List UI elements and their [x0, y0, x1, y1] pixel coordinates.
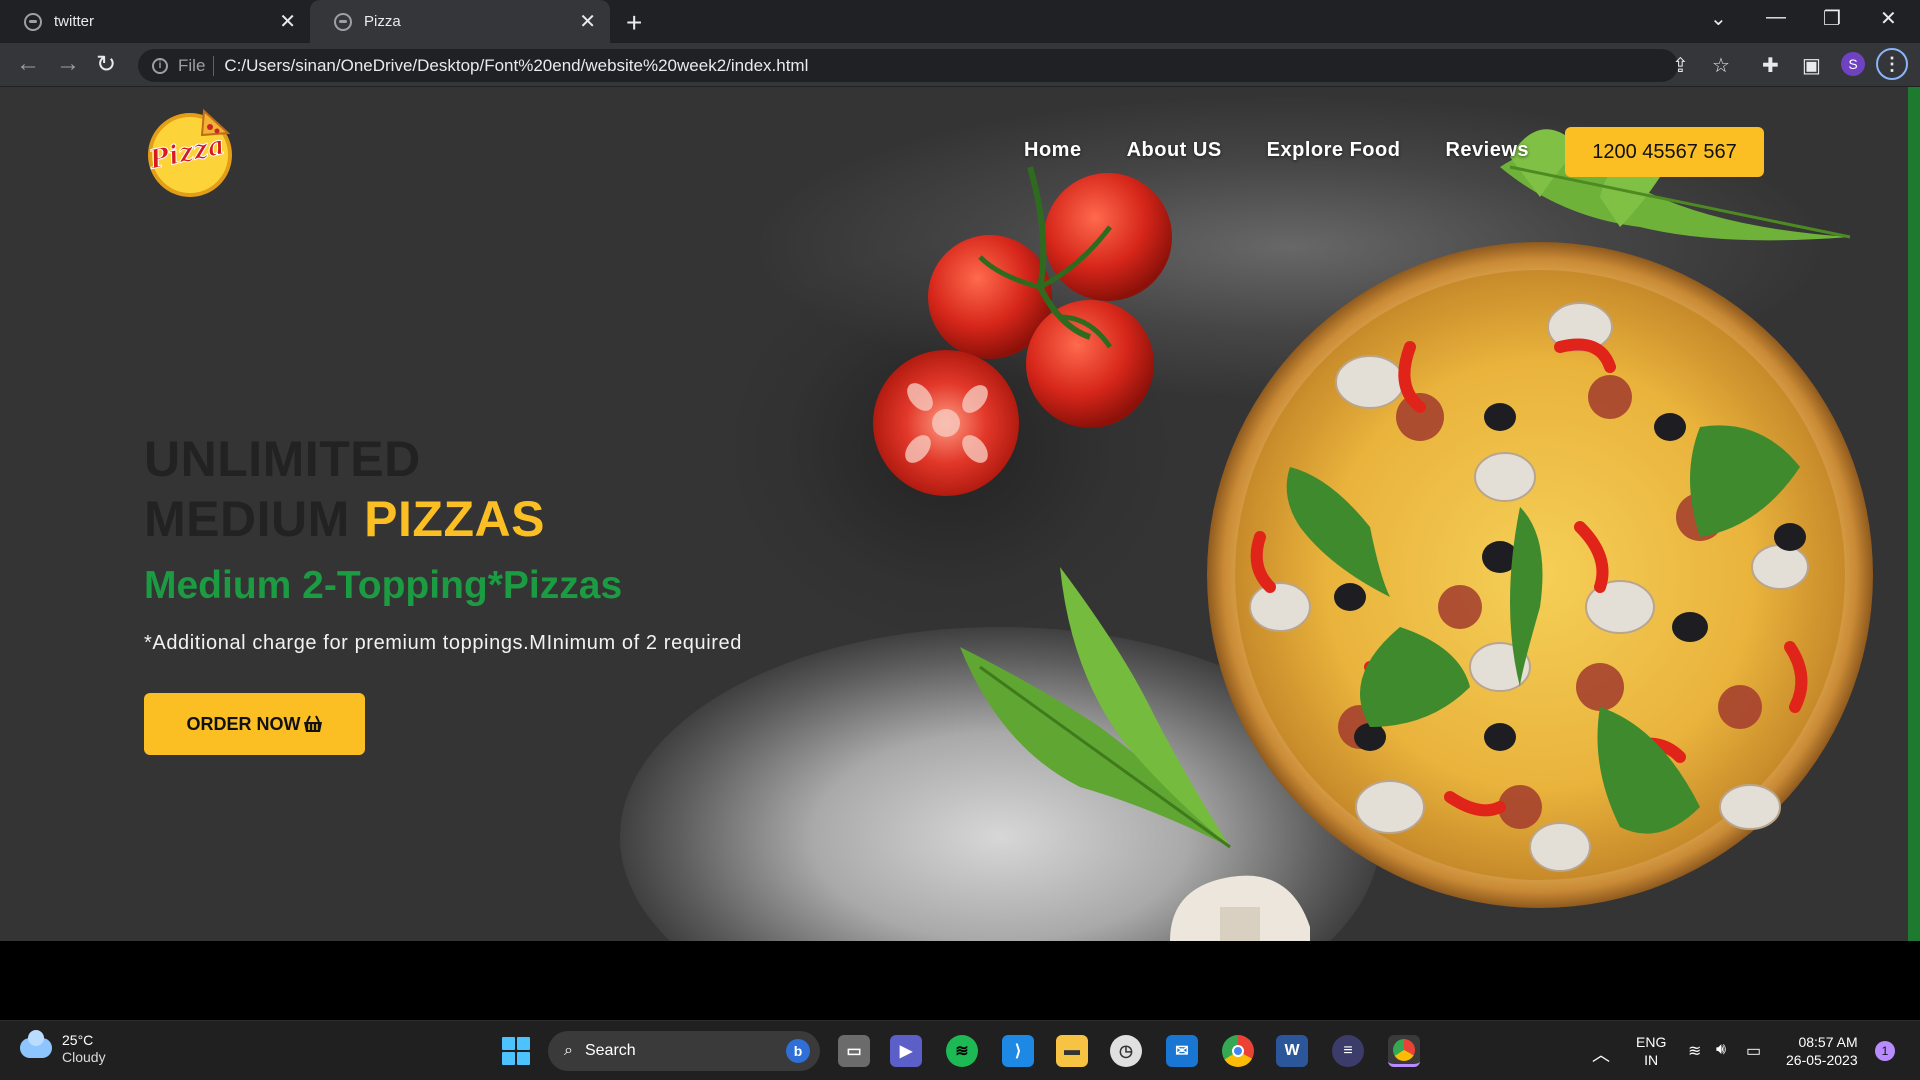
weather-temp: 25°C [62, 1032, 94, 1048]
restore-button[interactable]: ❐ [1823, 6, 1841, 31]
nav-reviews[interactable]: Reviews [1445, 139, 1529, 162]
side-panel-icon[interactable]: ▣ [1802, 53, 1821, 78]
tab-search-chevron-icon[interactable]: ⌄ [1710, 6, 1727, 31]
windows-taskbar: 25°C Cloudy ⌕ Search b ▭ ▶ ≋ ⟩ ▬ ◷ ✉ W ≡… [0, 1020, 1920, 1080]
task-view-icon[interactable]: ▭ [838, 1035, 870, 1067]
flour-pile [620, 627, 1380, 941]
flour-shadow [720, 247, 1180, 647]
chrome-profile-icon[interactable] [1388, 1035, 1420, 1067]
share-icon[interactable]: ⇪ [1672, 53, 1689, 78]
search-label: Search [584, 1042, 636, 1059]
bookmark-star-icon[interactable]: ☆ [1712, 53, 1730, 78]
hero-headline: UNLIMITED MEDIUM PIZZAS [144, 429, 545, 549]
weather-condition: Cloudy [62, 1049, 106, 1065]
tab-title: Pizza [364, 13, 401, 30]
browser-menu-icon[interactable]: ⋮ [1876, 48, 1908, 80]
show-hidden-icons-chevron[interactable]: ︿ [1592, 1041, 1610, 1067]
globe-icon [334, 12, 352, 31]
forward-arrow-icon[interactable]: → [56, 50, 80, 78]
search-icon: ⌕ [564, 1042, 573, 1059]
taskbar-search[interactable]: ⌕ Search b [548, 1031, 820, 1071]
windows-start-icon[interactable] [502, 1037, 530, 1065]
clock-date: 26-05-2023 [1786, 1052, 1858, 1068]
extensions-puzzle-icon[interactable]: ✚ [1762, 53, 1779, 78]
headline-line-2: MEDIUM [144, 491, 350, 547]
url-text[interactable]: C:/Users/sinan/OneDrive/Desktop/Font%20e… [224, 56, 808, 76]
mail-icon[interactable]: ✉ [1166, 1035, 1198, 1067]
chrome-icon[interactable] [1222, 1035, 1254, 1067]
hero-section: Pizza Home About US Explore Food Reviews… [0, 87, 1908, 941]
tab-title: twitter [54, 13, 95, 30]
bing-icon[interactable]: b [786, 1039, 810, 1063]
tab-twitter[interactable]: twitter ✕ [0, 0, 310, 43]
media-app-icon[interactable]: ≡ [1332, 1035, 1364, 1067]
pizza-logo[interactable]: Pizza [144, 105, 236, 197]
language-line2: IN [1644, 1052, 1659, 1068]
tab-pizza[interactable]: Pizza ✕ [310, 0, 610, 43]
profile-avatar[interactable]: S [1841, 52, 1865, 76]
weather-widget[interactable]: 25°C Cloudy [20, 1030, 106, 1065]
volume-icon[interactable]: 🔊︎ [1716, 1041, 1726, 1059]
clock-time: 08:57 AM [1798, 1034, 1858, 1050]
main-nav: Home About US Explore Food Reviews [1024, 139, 1529, 162]
basket-icon [303, 715, 322, 732]
nav-about-us[interactable]: About US [1127, 139, 1222, 162]
file-explorer-icon[interactable]: ▬ [1056, 1035, 1088, 1067]
order-now-button[interactable]: ORDER NOW [144, 693, 365, 755]
divider [213, 55, 215, 76]
page-viewport: Pizza Home About US Explore Food Reviews… [0, 87, 1920, 941]
address-bar[interactable]: i File C:/Users/sinan/OneDrive/Desktop/F… [138, 49, 1678, 82]
notification-badge[interactable]: 1 [1875, 1041, 1895, 1061]
back-arrow-icon[interactable]: ← [16, 50, 40, 78]
nav-home[interactable]: Home [1024, 139, 1082, 162]
headline-line-1: UNLIMITED [144, 431, 421, 487]
browser-toolbar: ← → ↻ i File C:/Users/sinan/OneDrive/Des… [0, 43, 1920, 87]
page-scrollbar[interactable] [1908, 87, 1920, 941]
clock-app-icon[interactable]: ◷ [1110, 1035, 1142, 1067]
close-tab-icon[interactable]: ✕ [579, 12, 596, 32]
vscode-icon[interactable]: ⟩ [1002, 1035, 1034, 1067]
hero-subheadline: Medium 2-Topping*Pizzas [144, 564, 623, 607]
globe-icon [24, 12, 42, 31]
battery-icon[interactable]: ▭ [1746, 1041, 1761, 1061]
word-icon[interactable]: W [1276, 1035, 1308, 1067]
scheme-label: File [178, 55, 206, 75]
language-line1: ENG [1636, 1034, 1667, 1050]
headline-accent: PIZZAS [364, 491, 545, 547]
spotify-icon[interactable]: ≋ [946, 1035, 978, 1067]
close-tab-icon[interactable]: ✕ [279, 12, 296, 32]
close-window-button[interactable]: ✕ [1880, 6, 1897, 31]
clock-widget[interactable]: 08:57 AM 26-05-2023 [1786, 1033, 1858, 1069]
teams-meet-icon[interactable]: ▶ [890, 1035, 922, 1067]
phone-button[interactable]: 1200 45567 567 [1565, 127, 1764, 177]
new-tab-button[interactable]: + [626, 7, 642, 39]
language-indicator[interactable]: ENG IN [1636, 1033, 1666, 1069]
hero-note: *Additional charge for premium toppings.… [144, 632, 742, 654]
minimize-button[interactable]: — [1766, 6, 1786, 29]
browser-tab-strip: twitter ✕ Pizza ✕ + ⌄ — ❐ ✕ [0, 0, 1920, 43]
reload-icon[interactable]: ↻ [96, 50, 116, 79]
wifi-icon[interactable]: ≋ [1688, 1041, 1701, 1061]
nav-explore-food[interactable]: Explore Food [1267, 139, 1401, 162]
cloud-icon [20, 1030, 52, 1058]
order-now-label: ORDER NOW [186, 713, 301, 734]
info-icon[interactable]: i [152, 57, 168, 74]
